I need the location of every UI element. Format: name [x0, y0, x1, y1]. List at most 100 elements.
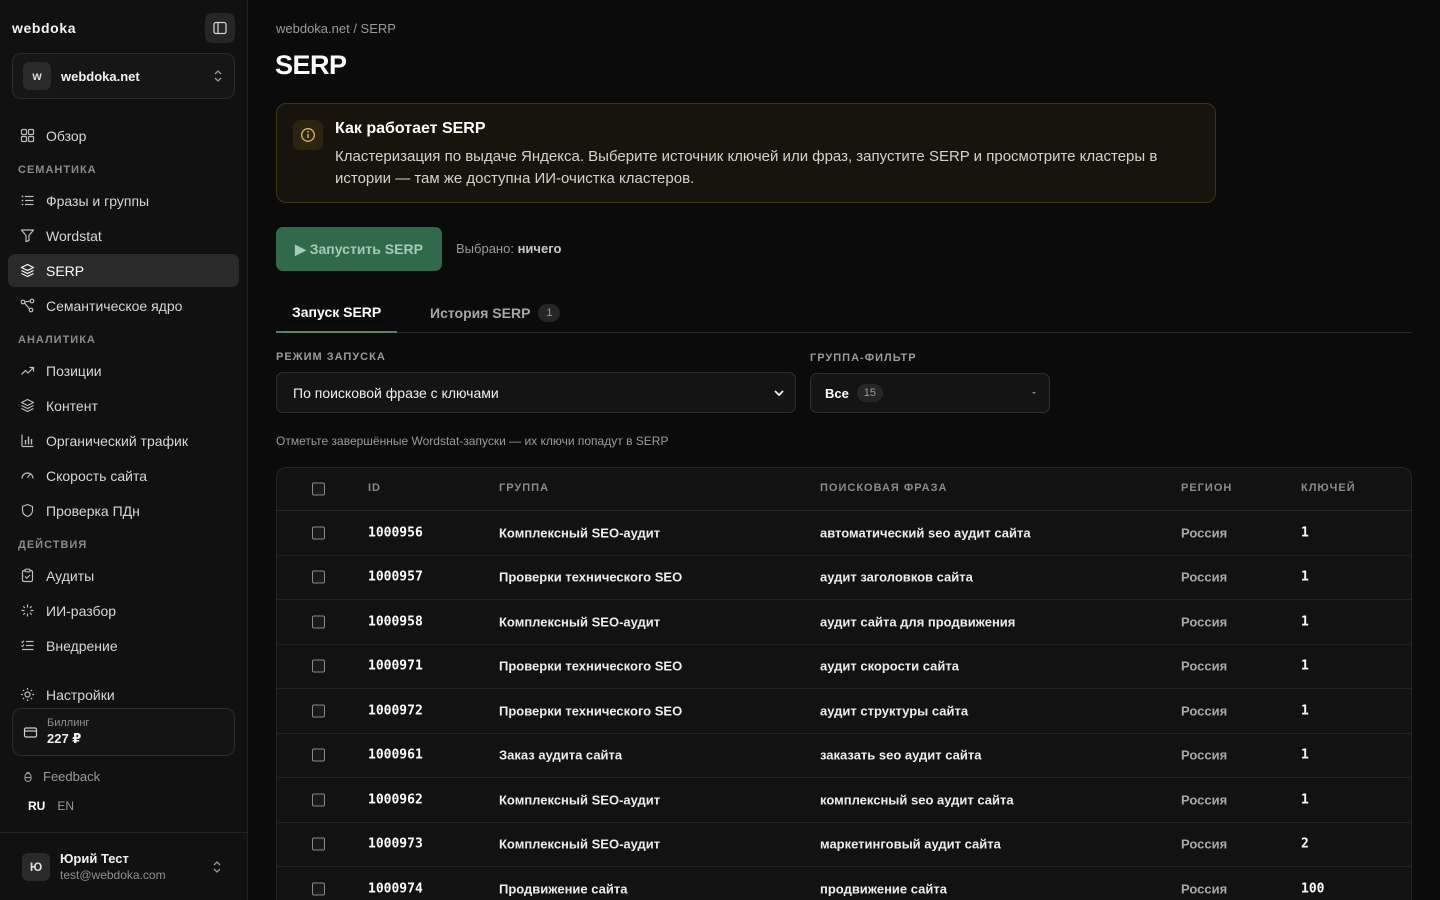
row-region: Россия: [1181, 525, 1228, 541]
tab-serp-history[interactable]: История SERP 1: [430, 292, 561, 333]
row-keys-count: 1: [1301, 614, 1309, 630]
row-region: Россия: [1181, 569, 1228, 585]
lang-en[interactable]: EN: [57, 799, 74, 813]
nav-label: Внедрение: [46, 637, 118, 654]
row-id: 1000972: [368, 703, 423, 719]
site-selector[interactable]: w webdoka.net: [12, 53, 235, 99]
select-all-checkbox[interactable]: [312, 482, 325, 496]
row-id: 1000956: [368, 525, 423, 541]
info-icon: [293, 120, 323, 150]
column-header-phrase: ПОИСКОВАЯ ФРАЗА: [820, 482, 948, 494]
nav-item-site-speed[interactable]: Скорость сайта: [8, 459, 239, 492]
group-filter-select[interactable]: Все 15: [810, 373, 1050, 413]
selected-label: Выбрано:: [456, 241, 514, 256]
table-row[interactable]: 1000961 Заказ аудита сайта заказать seo ау…: [277, 734, 1411, 778]
mode-select[interactable]: По поисковой фразе с ключами: [276, 372, 796, 413]
row-id: 1000974: [368, 881, 423, 897]
row-group: Продвижение сайта: [499, 881, 628, 897]
list-icon: [19, 193, 35, 209]
row-id: 1000973: [368, 836, 423, 852]
nav-item-pdn-check[interactable]: Проверка ПДн: [8, 494, 239, 527]
row-region: Россия: [1181, 792, 1228, 808]
table-row[interactable]: 1000974 Продвижение сайта продвижение сайт…: [277, 867, 1411, 900]
table-row[interactable]: 1000973 Комплексный SEO-аудит маркетинговы…: [277, 823, 1411, 867]
sun-gear-icon: [19, 687, 35, 703]
wordstat-runs-table: ID ГРУППА ПОИСКОВАЯ ФРАЗА РЕГИОН КЛЮЧЕЙ …: [276, 467, 1412, 900]
grid-icon: [19, 128, 35, 144]
table-row[interactable]: 1000956 Комплексный SEO-аудит автоматическ…: [277, 511, 1411, 556]
nav-section-actions: ДЕЙСТВИЯ: [18, 539, 88, 551]
row-region: Россия: [1181, 703, 1228, 719]
site-name: webdoka.net: [61, 68, 140, 84]
column-header-id: ID: [368, 482, 381, 494]
nav-item-content[interactable]: Контент: [8, 389, 239, 422]
table-row[interactable]: 1000971 Проверки технического SEO аудит ск…: [277, 645, 1411, 689]
row-checkbox[interactable]: [312, 882, 325, 896]
billing-card[interactable]: Биллинг 227 ₽: [12, 708, 235, 756]
row-checkbox[interactable]: [312, 615, 325, 629]
nav-label: Проверка ПДн: [46, 502, 140, 519]
row-checkbox[interactable]: [312, 704, 325, 718]
tab-serp-run[interactable]: Запуск SERP: [276, 292, 398, 333]
row-id: 1000962: [368, 792, 423, 808]
row-checkbox[interactable]: [312, 526, 325, 540]
run-serp-button[interactable]: ▶ Запустить SERP: [276, 227, 442, 271]
row-phrase: аудит скорости сайта: [820, 658, 959, 674]
row-region: Россия: [1181, 881, 1228, 897]
user-email: test@webdoka.com: [60, 868, 166, 882]
page-title: SERP: [275, 50, 347, 80]
share-nodes-icon: [19, 298, 35, 314]
row-keys-count: 1: [1301, 792, 1309, 808]
row-id: 1000958: [368, 614, 423, 630]
nav-item-ai-review[interactable]: ИИ-разбор: [8, 594, 239, 627]
feedback-link[interactable]: Feedback: [22, 769, 100, 784]
table-row[interactable]: 1000972 Проверки технического SEO аудит ст…: [277, 689, 1411, 734]
nav-label: ИИ-разбор: [46, 602, 117, 619]
layers-icon: [19, 398, 35, 414]
sidebar-toggle-button[interactable]: [205, 13, 235, 43]
chevron-down-icon: [773, 387, 785, 399]
row-region: Россия: [1181, 747, 1228, 763]
nav-item-overview[interactable]: Обзор: [8, 119, 239, 152]
sparkle-icon: [19, 603, 35, 619]
site-avatar: w: [23, 62, 51, 90]
nav-item-semantic-core[interactable]: Семантическое ядро: [8, 289, 239, 322]
row-checkbox[interactable]: [312, 570, 325, 584]
row-keys-count: 1: [1301, 703, 1309, 719]
tabs: Запуск SERP История SERP 1: [276, 292, 1412, 333]
lang-ru[interactable]: RU: [28, 799, 45, 813]
row-phrase: аудит заголовков сайта: [820, 569, 973, 585]
row-checkbox[interactable]: [312, 793, 325, 807]
nav-item-positions[interactable]: Позиции: [8, 354, 239, 387]
nav-item-audits[interactable]: Аудиты: [8, 559, 239, 592]
info-callout: Как работает SERP Кластеризация по выдач…: [276, 103, 1216, 203]
user-menu[interactable]: Ю Юрий Тест test@webdoka.com: [0, 832, 247, 900]
brand-logo: webdoka: [12, 20, 77, 36]
nav-section-semantics: СЕМАНТИКА: [18, 164, 97, 176]
nav-item-wordstat[interactable]: Wordstat: [8, 219, 239, 252]
nav-item-organic-traffic[interactable]: Органический трафик: [8, 424, 239, 457]
row-checkbox[interactable]: [312, 659, 325, 673]
breadcrumb: webdoka.net / SERP: [276, 21, 396, 36]
table-row[interactable]: 1000962 Комплексный SEO-аудит комплексный …: [277, 778, 1411, 823]
row-group: Комплексный SEO-аудит: [499, 792, 661, 808]
row-keys-count: 1: [1301, 658, 1309, 674]
bar-chart-icon: [19, 433, 35, 449]
nav-item-settings[interactable]: Настройки: [8, 678, 239, 711]
table-row[interactable]: 1000958 Комплексный SEO-аудит аудит сайта …: [277, 600, 1411, 645]
chevron-updown-icon: [211, 859, 223, 875]
row-checkbox[interactable]: [312, 837, 325, 851]
nav-item-serp[interactable]: SERP: [8, 254, 239, 287]
tab-count-badge: 1: [538, 303, 561, 322]
row-id: 1000971: [368, 658, 423, 674]
nav-item-implementation[interactable]: Внедрение: [8, 629, 239, 662]
row-keys-count: 1: [1301, 747, 1309, 763]
table-row[interactable]: 1000957 Проверки технического SEO аудит за…: [277, 556, 1411, 600]
brand-row: webdoka: [12, 13, 235, 43]
nav-item-phrases[interactable]: Фразы и группы: [8, 184, 239, 217]
row-checkbox[interactable]: [312, 748, 325, 762]
chevron-updown-icon: [212, 68, 224, 84]
nav-label: Контент: [46, 397, 98, 414]
group-filter-label: ГРУППА-ФИЛЬТР: [810, 352, 917, 364]
sidebar: webdoka w webdoka.net Обзор СЕМАНТИКА Фр…: [0, 0, 248, 900]
